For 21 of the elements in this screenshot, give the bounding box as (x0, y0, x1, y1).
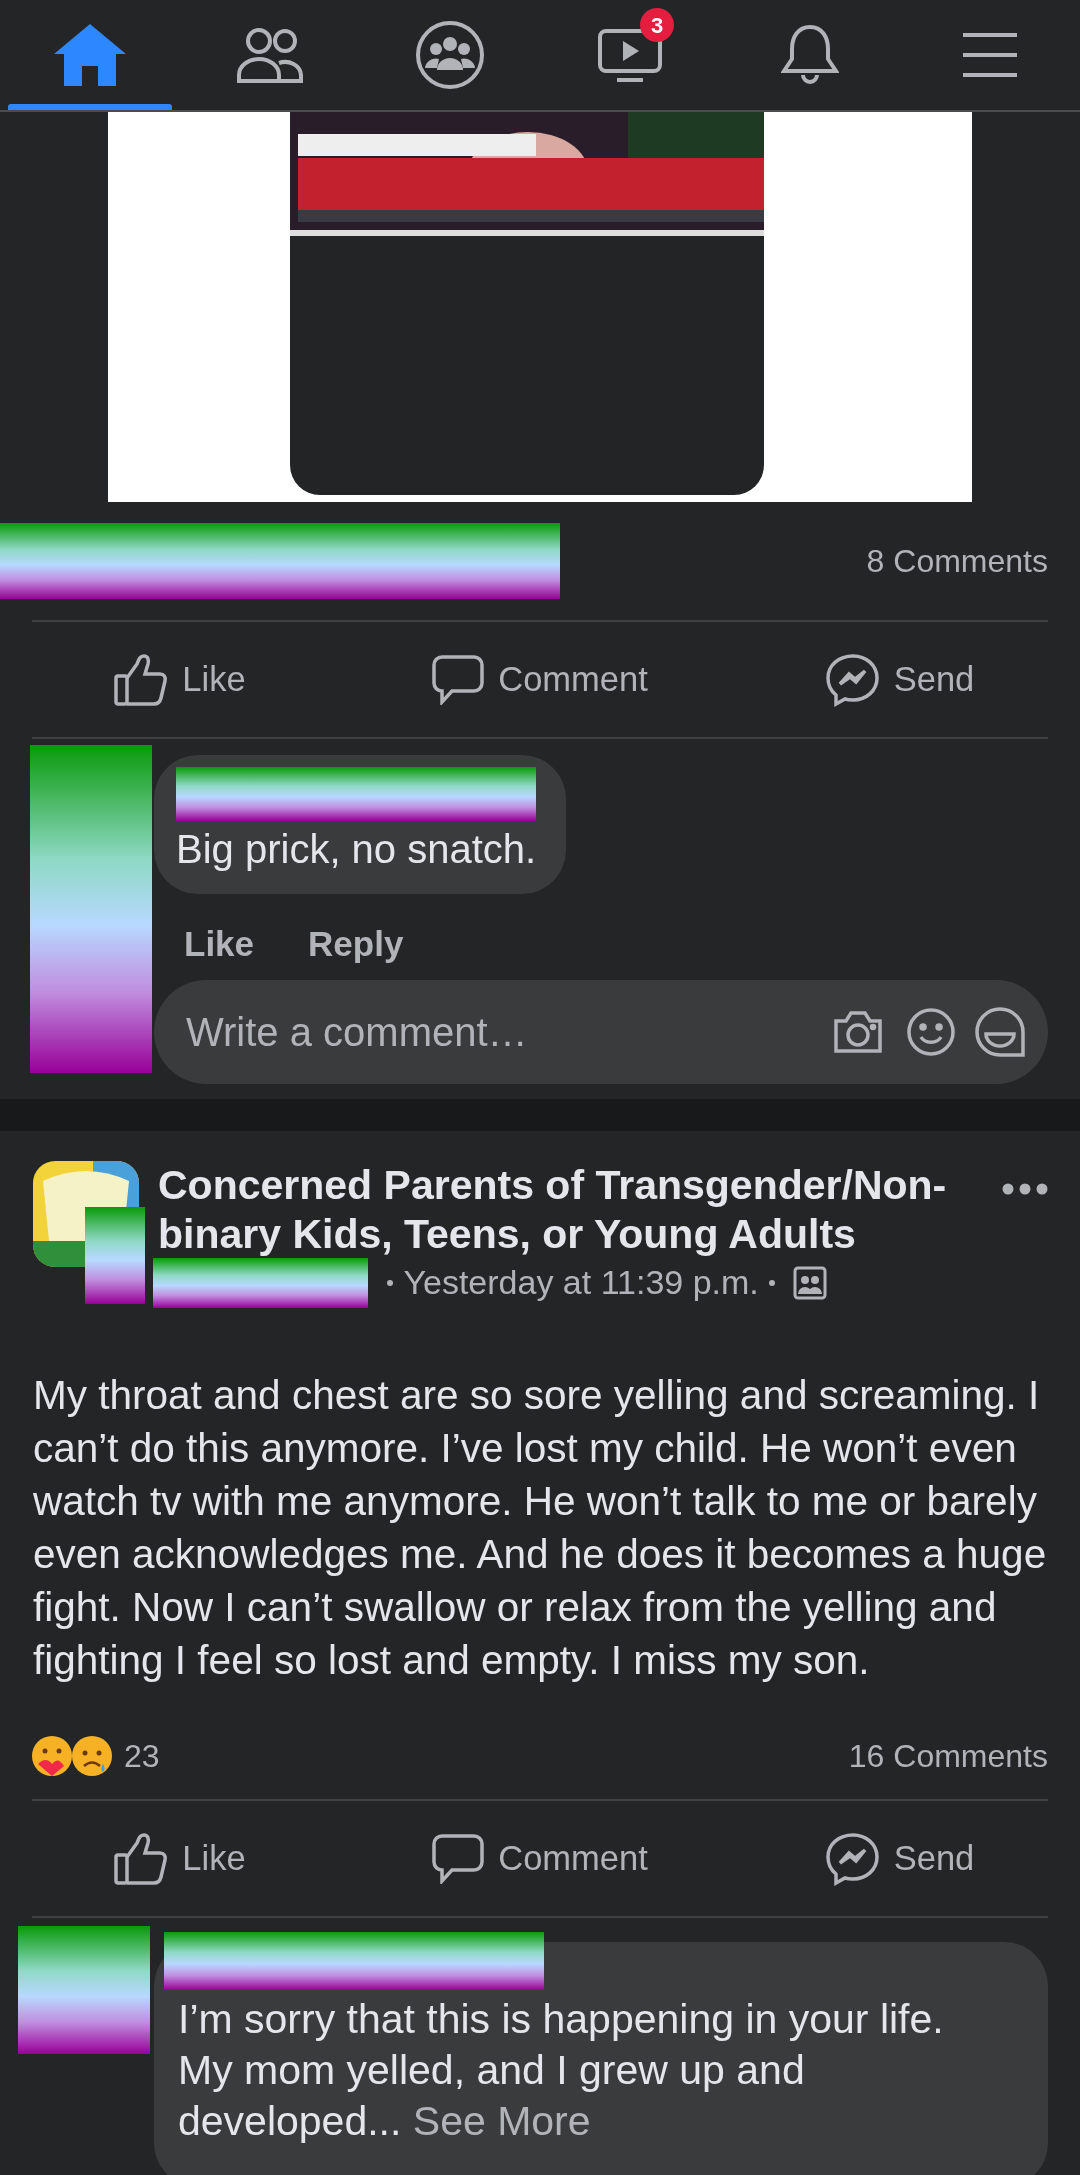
notification-badge: 3 (640, 8, 674, 42)
see-more-link[interactable]: See More (412, 2098, 591, 2144)
comment-action-link[interactable]: Like (184, 907, 255, 980)
action-button[interactable]: Like (0, 1832, 360, 1885)
comment-field[interactable]: Write a comment… (154, 979, 1048, 1084)
comment-text: Big prick, no snatch. (176, 826, 537, 873)
nav-tab[interactable]: 3 (540, 0, 720, 110)
group-name[interactable]: Concerned Parents of Transgender/Non-binary Kids, Teens, or Young Adults (158, 1161, 958, 1260)
comments-count[interactable]: 8 Comments (866, 537, 1048, 585)
action-button[interactable]: Comment (360, 1832, 720, 1885)
post-text: My throat and chest are so sore yelling and screaming. I can’t do this anymore. I’ve lost my child. He won’t even watch tv with me anymore. He won’t talk to me or barely even acknowledges me. And he does it becomes a huge fight. Now I can’t swallow or relax from the yelling and fighting I feel so lost and empty. I miss my son. (32, 1371, 1048, 1685)
reaction-count[interactable]: 23 (124, 1732, 160, 1780)
action-button[interactable]: Comment (360, 653, 720, 706)
post-time[interactable]: Yesterday at 11:39 p.m. (403, 1257, 759, 1309)
comment-text: I’m sorry that this is happening in your life. My mom yelled, and I grew up and developed... See More (178, 1995, 945, 2146)
comment-action-link[interactable]: Reply (308, 907, 404, 980)
action-button[interactable]: Send (720, 1831, 1080, 1886)
action-button[interactable]: Send (720, 652, 1080, 707)
comment-input[interactable]: Write a comment… (184, 1000, 832, 1063)
action-button[interactable]: Like (0, 653, 360, 706)
comments-count[interactable]: 16 Comments (848, 1732, 1048, 1780)
